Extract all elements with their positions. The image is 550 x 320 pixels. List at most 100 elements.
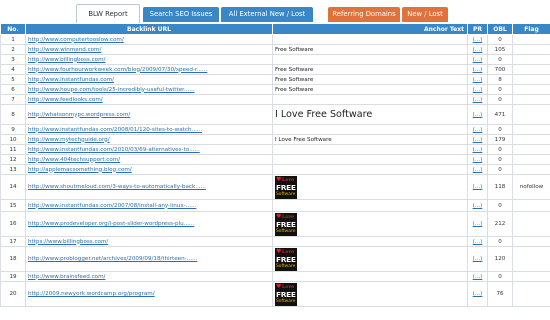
backlink-url-link[interactable]: http://whatsonmypc.wordpress.com/ [25,104,273,125]
obl-count: 0 [487,199,513,212]
table-row: 15 http://www.instantfundas.com/2007/08/i… [0,199,550,212]
pagerank-link[interactable]: (...) [467,74,488,85]
obl-count: 0 [487,154,513,165]
row-number: 18 [0,246,26,272]
table-row: 17 https://www.billingboss.com/ (...) 0 [0,236,550,247]
row-number: 20 [0,281,26,307]
pagerank-link[interactable]: (...) [467,271,488,282]
backlink-url-link[interactable]: http://www.billingboss.com/ [25,54,273,65]
backlink-url-link[interactable]: http://www.mytechguide.org/ [25,134,273,145]
tab-search-seo-issues[interactable]: Search SEO Issues [143,7,219,22]
anchor-text: Free Software [272,64,468,75]
backlink-url-link[interactable]: http://www.instantfundas.com/ [25,74,273,85]
column-header-anchor-text[interactable]: Anchor Text [272,23,468,35]
flag-cell [512,104,550,125]
pagerank-link[interactable]: (...) [467,134,488,145]
row-number: 9 [0,124,26,135]
logo-free-text: FREE [276,255,296,264]
anchor-text: I Love Free Software [272,134,468,145]
obl-count: 700 [487,64,513,75]
flag-cell [512,124,550,135]
backlink-url-link[interactable]: http://www.fourhourworkweek.com/blog/200… [25,64,273,75]
flag-cell [512,134,550,145]
pagerank-link[interactable]: (...) [467,34,488,45]
row-number: 5 [0,74,26,85]
backlink-url-link[interactable]: http://www.winmend.com/ [25,44,273,55]
pagerank-link[interactable]: (...) [467,246,488,272]
backlinks-table: No. Backlink URL Anchor Text PR OBL Flag… [0,23,550,307]
flag-cell [512,246,550,272]
backlink-url-link[interactable]: https://www.billingboss.com/ [25,236,273,247]
backlink-url-link[interactable]: http://www.houpe.com/tools/25-incredibly… [25,84,273,95]
column-header-backlink-url[interactable]: Backlink URL [25,23,273,35]
pagerank-link[interactable]: (...) [467,84,488,95]
obl-count: 0 [487,236,513,247]
obl-count: 179 [487,134,513,145]
row-number: 11 [0,144,26,155]
pagerank-link[interactable]: (...) [467,164,488,175]
table-row: 1 http://www.computertooslow.com/ (...) 0 [0,34,550,45]
table-row: 9 http://www.instantfundas.com/2008/01/12… [0,124,550,135]
backlink-url-link[interactable]: http://www.shoutmeloud.com/3-ways-to-aut… [25,174,273,200]
table-row: 3 http://www.billingboss.com/ (...) 0 [0,54,550,65]
pagerank-link[interactable]: (...) [467,94,488,105]
flag-cell [512,199,550,212]
logo-software-text: Software [276,299,296,304]
backlink-url-link[interactable]: http://applemacsomething.blog.com/ [25,164,273,175]
pagerank-link[interactable]: (...) [467,211,488,237]
column-header-flag[interactable]: Flag [512,23,550,35]
flag-cell [512,281,550,307]
pagerank-link[interactable]: (...) [467,44,488,55]
i-love-free-software-logo-image: ♥ Love FREE Software [275,283,297,306]
pagerank-link[interactable]: (...) [467,54,488,65]
flag-cell [512,34,550,45]
pagerank-link[interactable]: (...) [467,64,488,75]
anchor-text: Free Software [272,84,468,95]
obl-count: 8 [487,74,513,85]
row-number: 7 [0,94,26,105]
tab-referring-domains[interactable]: Referring Domains [328,7,400,22]
pagerank-link[interactable]: (...) [467,236,488,247]
anchor-text: ♥ Love FREE Software [272,174,468,200]
backlink-url-link[interactable]: http://www.instantfundas.com/2008/01/120… [25,124,273,135]
table-row: 2 http://www.winmend.com/Free Software (..… [0,44,550,55]
tab-blw-report[interactable]: BLW Report [76,4,140,23]
column-header-no[interactable]: No. [0,23,26,35]
flag-cell [512,74,550,85]
obl-count: 76 [487,281,513,307]
pagerank-link[interactable]: (...) [467,199,488,212]
obl-count: 0 [487,144,513,155]
pagerank-link[interactable]: (...) [467,154,488,165]
backlink-url-link[interactable]: http://www.brainsfeed.com/ [25,271,273,282]
row-number: 10 [0,134,26,145]
table-row: 10 http://www.mytechguide.org/I Love Free… [0,134,550,145]
backlink-url-link[interactable]: http://www.prodeveloper.org/i-post-slide… [25,211,273,237]
logo-free-text: FREE [276,183,296,192]
anchor-text: ♥ Love FREE Software [272,211,468,237]
pagerank-link[interactable]: (...) [467,174,488,200]
backlink-url-link[interactable]: http://www.feedlooks.com/ [25,94,273,105]
column-header-pr[interactable]: PR [467,23,488,35]
backlink-url-link[interactable]: http://www.computertooslow.com/ [25,34,273,45]
backlink-url-link[interactable]: http://www.instantfundas.com/2010/03/69-… [25,144,273,155]
backlink-url-link[interactable]: http://2009.newyork.wordcamp.org/program… [25,281,273,307]
pagerank-link[interactable]: (...) [467,104,488,125]
backlink-url-link[interactable]: http://www.instantfundas.com/2007/08/ins… [25,199,273,212]
pagerank-link[interactable]: (...) [467,281,488,307]
anchor-text [272,271,468,282]
logo-software-text: Software [276,264,296,269]
logo-software-text: Software [276,192,296,197]
pagerank-link[interactable]: (...) [467,144,488,155]
table-row: 4 http://www.fourhourworkweek.com/blog/20… [0,64,550,75]
flag-cell [512,94,550,105]
tab-new-lost[interactable]: New / Lost [402,7,448,22]
backlink-url-link[interactable]: http://www.404techsupport.com/ [25,154,273,165]
column-header-obl[interactable]: OBL [487,23,513,35]
pagerank-link[interactable]: (...) [467,124,488,135]
backlink-url-link[interactable]: http://www.problogger.net/archives/2009/… [25,246,273,272]
anchor-text: I Love Free Software [272,104,468,125]
report-tabs: BLW Report Search SEO Issues All Externa… [0,0,550,24]
obl-count: 0 [487,271,513,282]
flag-cell [512,44,550,55]
tab-all-external-new-lost[interactable]: All External New / Lost [221,7,313,22]
